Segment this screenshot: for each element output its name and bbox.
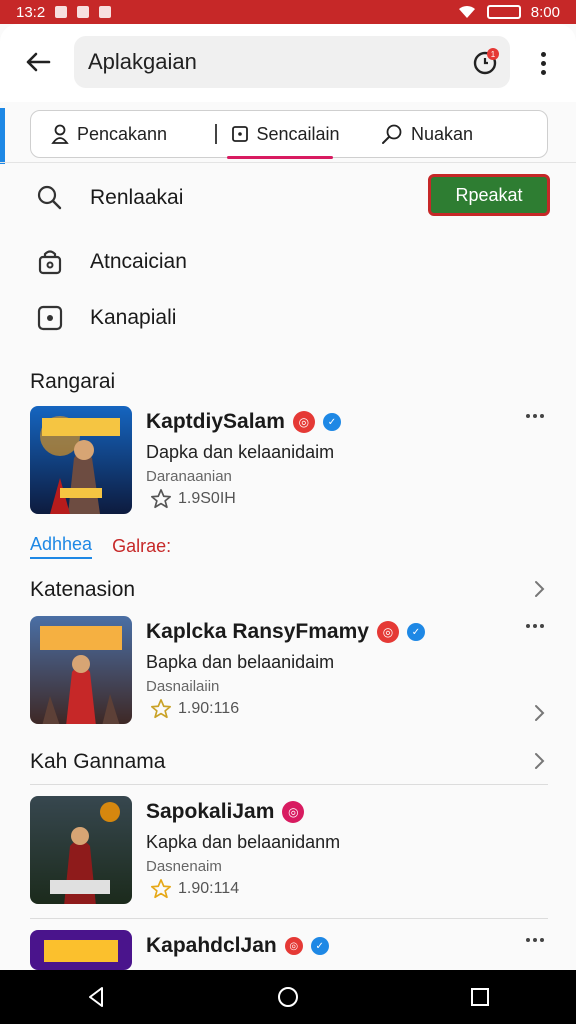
badge-icon: ◎ bbox=[292, 411, 315, 433]
section-title: Rangarai bbox=[30, 370, 116, 393]
app-subtitle: Dapka dan kelaanidaim bbox=[146, 442, 335, 462]
more-options-button[interactable] bbox=[526, 938, 544, 942]
more-options-button[interactable] bbox=[526, 414, 544, 418]
app-title: KapahdclJan ◎ ✓ bbox=[146, 934, 329, 958]
overflow-menu-button[interactable] bbox=[528, 46, 558, 80]
settings-icon bbox=[99, 6, 112, 18]
square-icon bbox=[37, 305, 63, 331]
dot-icon bbox=[540, 51, 546, 57]
quick-action-kanapiali[interactable]: Kanapiali bbox=[36, 304, 176, 332]
filter-chip[interactable]: Galrae: bbox=[112, 536, 171, 557]
app-thumbnail bbox=[30, 406, 132, 514]
accent-bar bbox=[0, 108, 5, 164]
top-app-bar: Aplakgaian 1 bbox=[0, 24, 576, 102]
app-card[interactable]: KapahdclJan ◎ ✓ bbox=[30, 930, 550, 970]
quick-action-label: Kanapiali bbox=[90, 306, 177, 329]
home-circle-icon[interactable] bbox=[276, 985, 300, 1009]
dot-icon bbox=[540, 69, 546, 75]
tab-label: Sencailain bbox=[256, 123, 340, 144]
star-icon bbox=[151, 489, 171, 509]
app-rating: 1.90:114 bbox=[150, 878, 239, 900]
quick-action-atncaician[interactable]: Atncaician bbox=[36, 248, 187, 276]
tab-pencakann[interactable]: Pencakann bbox=[31, 111, 205, 157]
active-tab-indicator bbox=[227, 156, 333, 159]
notification-count: 1 bbox=[491, 50, 496, 59]
status-bar: 13:2 8:00 bbox=[0, 0, 576, 24]
app-card[interactable]: SapokaliJam ◎ Kapka dan belaanidanm Dasn… bbox=[30, 796, 550, 906]
app-subtitle: Kapka dan belaanidanm bbox=[146, 832, 341, 852]
chevron-right-icon[interactable] bbox=[530, 752, 548, 770]
app-title: SapokaliJam ◎ bbox=[146, 800, 305, 824]
search-icon bbox=[382, 124, 402, 144]
timer-icon[interactable]: 1 bbox=[472, 48, 500, 76]
verified-icon: ✓ bbox=[322, 413, 341, 431]
status-time-right: 8:00 bbox=[530, 3, 560, 21]
divider bbox=[30, 784, 548, 785]
quick-action-renlaakai[interactable]: Renlaakai bbox=[36, 184, 183, 212]
star-icon bbox=[151, 879, 171, 899]
verified-icon: ✓ bbox=[310, 937, 329, 955]
filter-chips: Adhhea Galrae: bbox=[30, 534, 171, 559]
primary-action-button[interactable]: Rpeakat bbox=[428, 174, 550, 216]
search-input-value: Aplakgaian bbox=[88, 49, 197, 74]
badge-icon: ◎ bbox=[376, 621, 399, 643]
recents-square-icon[interactable] bbox=[468, 985, 492, 1009]
battery-icon bbox=[486, 5, 521, 19]
app-rating: 1.9S0IH bbox=[150, 488, 236, 510]
app-meta: Dasnenaim bbox=[146, 858, 222, 875]
divider bbox=[30, 918, 548, 919]
tab-bar: Pencakann Sencailain Nuakan bbox=[30, 110, 548, 159]
divider bbox=[0, 162, 576, 163]
tab-sencailain[interactable]: Sencailain bbox=[205, 111, 371, 159]
notification-icon bbox=[77, 6, 90, 18]
quick-action-label: Atncaician bbox=[90, 250, 187, 273]
app-title: Kaplcka RansyFmamy ◎ ✓ bbox=[146, 620, 425, 644]
tab-label: Pencakann bbox=[77, 123, 168, 144]
system-nav-bar bbox=[0, 970, 576, 1024]
app-thumbnail bbox=[30, 616, 132, 724]
app-rating: 1.90:116 bbox=[150, 698, 239, 720]
app-card[interactable]: Kaplcka RansyFmamy ◎ ✓ Bapka dan belaani… bbox=[30, 616, 550, 726]
app-title: KaptdiySalam ◎ ✓ bbox=[146, 410, 341, 434]
wifi-icon bbox=[458, 5, 475, 18]
status-time-left: 13:2 bbox=[16, 3, 46, 21]
search-input[interactable]: Aplakgaian 1 bbox=[74, 36, 510, 88]
back-button[interactable] bbox=[20, 44, 56, 80]
quick-action-label: Renlaakai bbox=[90, 186, 184, 209]
person-icon bbox=[51, 124, 69, 144]
badge-icon: ◎ bbox=[284, 937, 303, 955]
chevron-right-icon[interactable] bbox=[530, 704, 548, 722]
tab-nuakan[interactable]: Nuakan bbox=[371, 111, 473, 157]
star-icon bbox=[151, 699, 171, 719]
app-meta: Dasnailaiin bbox=[146, 678, 220, 695]
arrow-left-icon bbox=[26, 52, 51, 72]
tab-label: Nuakan bbox=[411, 123, 474, 144]
dot-icon bbox=[540, 60, 546, 66]
verified-icon: ✓ bbox=[406, 623, 425, 641]
back-triangle-icon[interactable] bbox=[84, 985, 108, 1009]
app-thumbnail bbox=[30, 796, 132, 904]
signal-icon bbox=[55, 6, 68, 18]
filter-chip[interactable]: Adhhea bbox=[30, 534, 93, 559]
square-icon bbox=[231, 126, 248, 142]
more-options-button[interactable] bbox=[526, 624, 544, 628]
bag-icon bbox=[38, 250, 62, 275]
section-title: Kah Gannama bbox=[30, 750, 166, 773]
badge-icon: ◎ bbox=[282, 801, 305, 823]
section-title: Katenasion bbox=[30, 578, 136, 601]
chevron-right-icon[interactable] bbox=[530, 580, 548, 598]
app-meta: Daranaanian bbox=[146, 468, 232, 485]
app-card[interactable]: KaptdiySalam ◎ ✓ Dapka dan kelaanidaim D… bbox=[30, 406, 550, 516]
tab-divider bbox=[215, 124, 217, 144]
search-icon bbox=[37, 185, 62, 210]
app-thumbnail bbox=[30, 930, 132, 970]
app-subtitle: Bapka dan belaanidaim bbox=[146, 652, 335, 672]
